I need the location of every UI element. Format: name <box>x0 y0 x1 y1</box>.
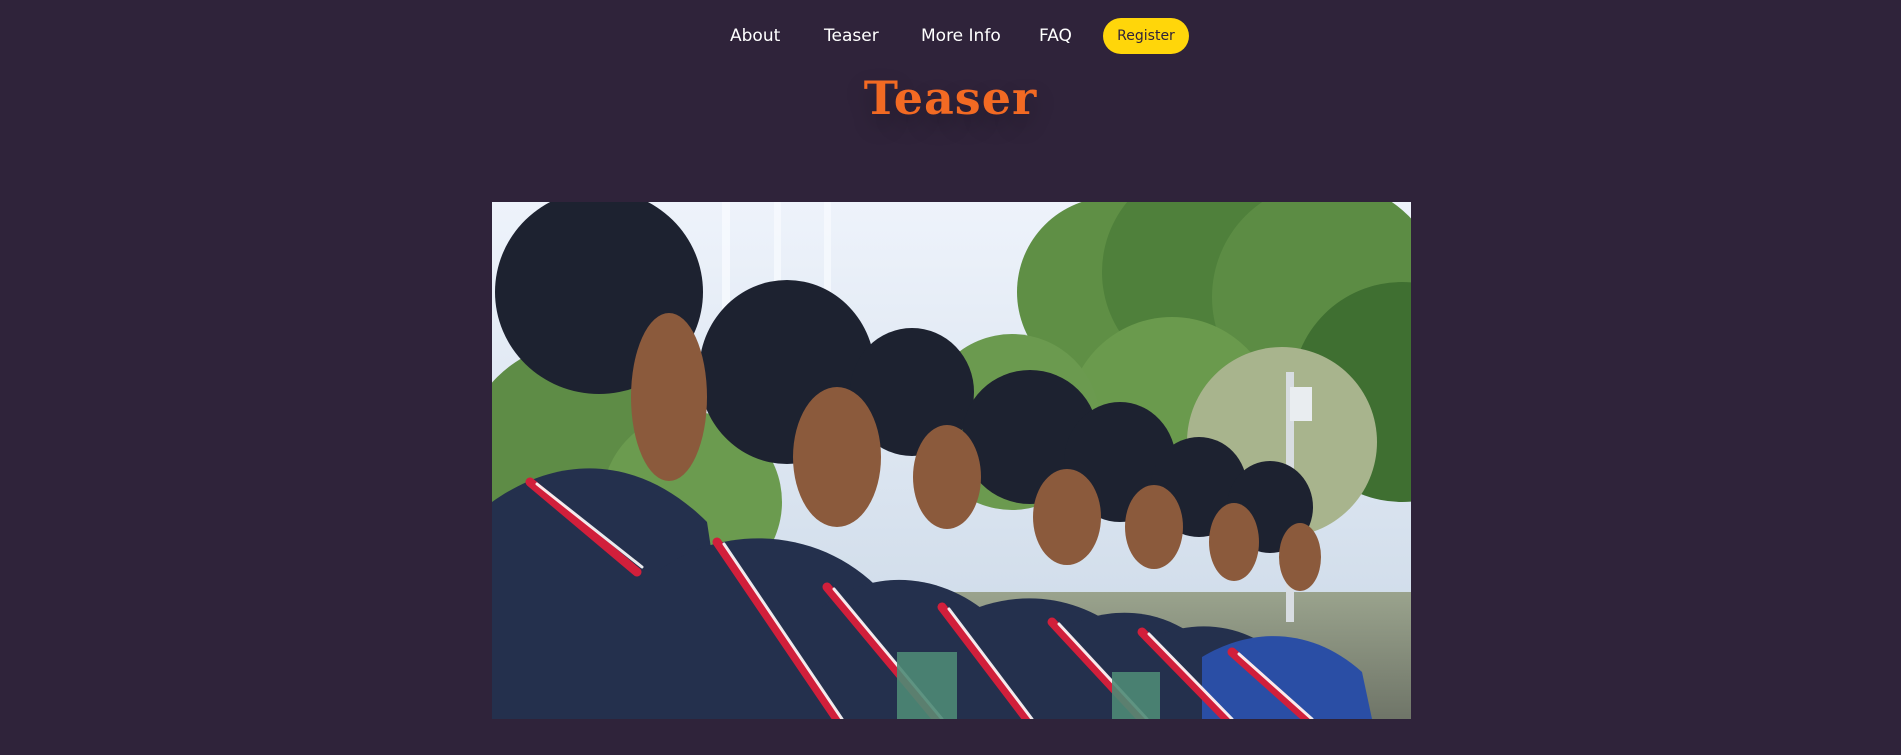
nav-link-teaser[interactable]: Teaser <box>824 26 879 46</box>
teaser-photo-illustration <box>492 202 1411 719</box>
nav-link-more-info[interactable]: More Info <box>921 26 1001 46</box>
page-title: Teaser <box>863 71 1038 125</box>
teaser-image <box>492 202 1411 719</box>
top-navigation: About Teaser More Info FAQ Register <box>0 18 1901 54</box>
nav-link-faq[interactable]: FAQ <box>1039 26 1072 46</box>
nav-link-about[interactable]: About <box>730 26 780 46</box>
register-button[interactable]: Register <box>1103 18 1189 54</box>
